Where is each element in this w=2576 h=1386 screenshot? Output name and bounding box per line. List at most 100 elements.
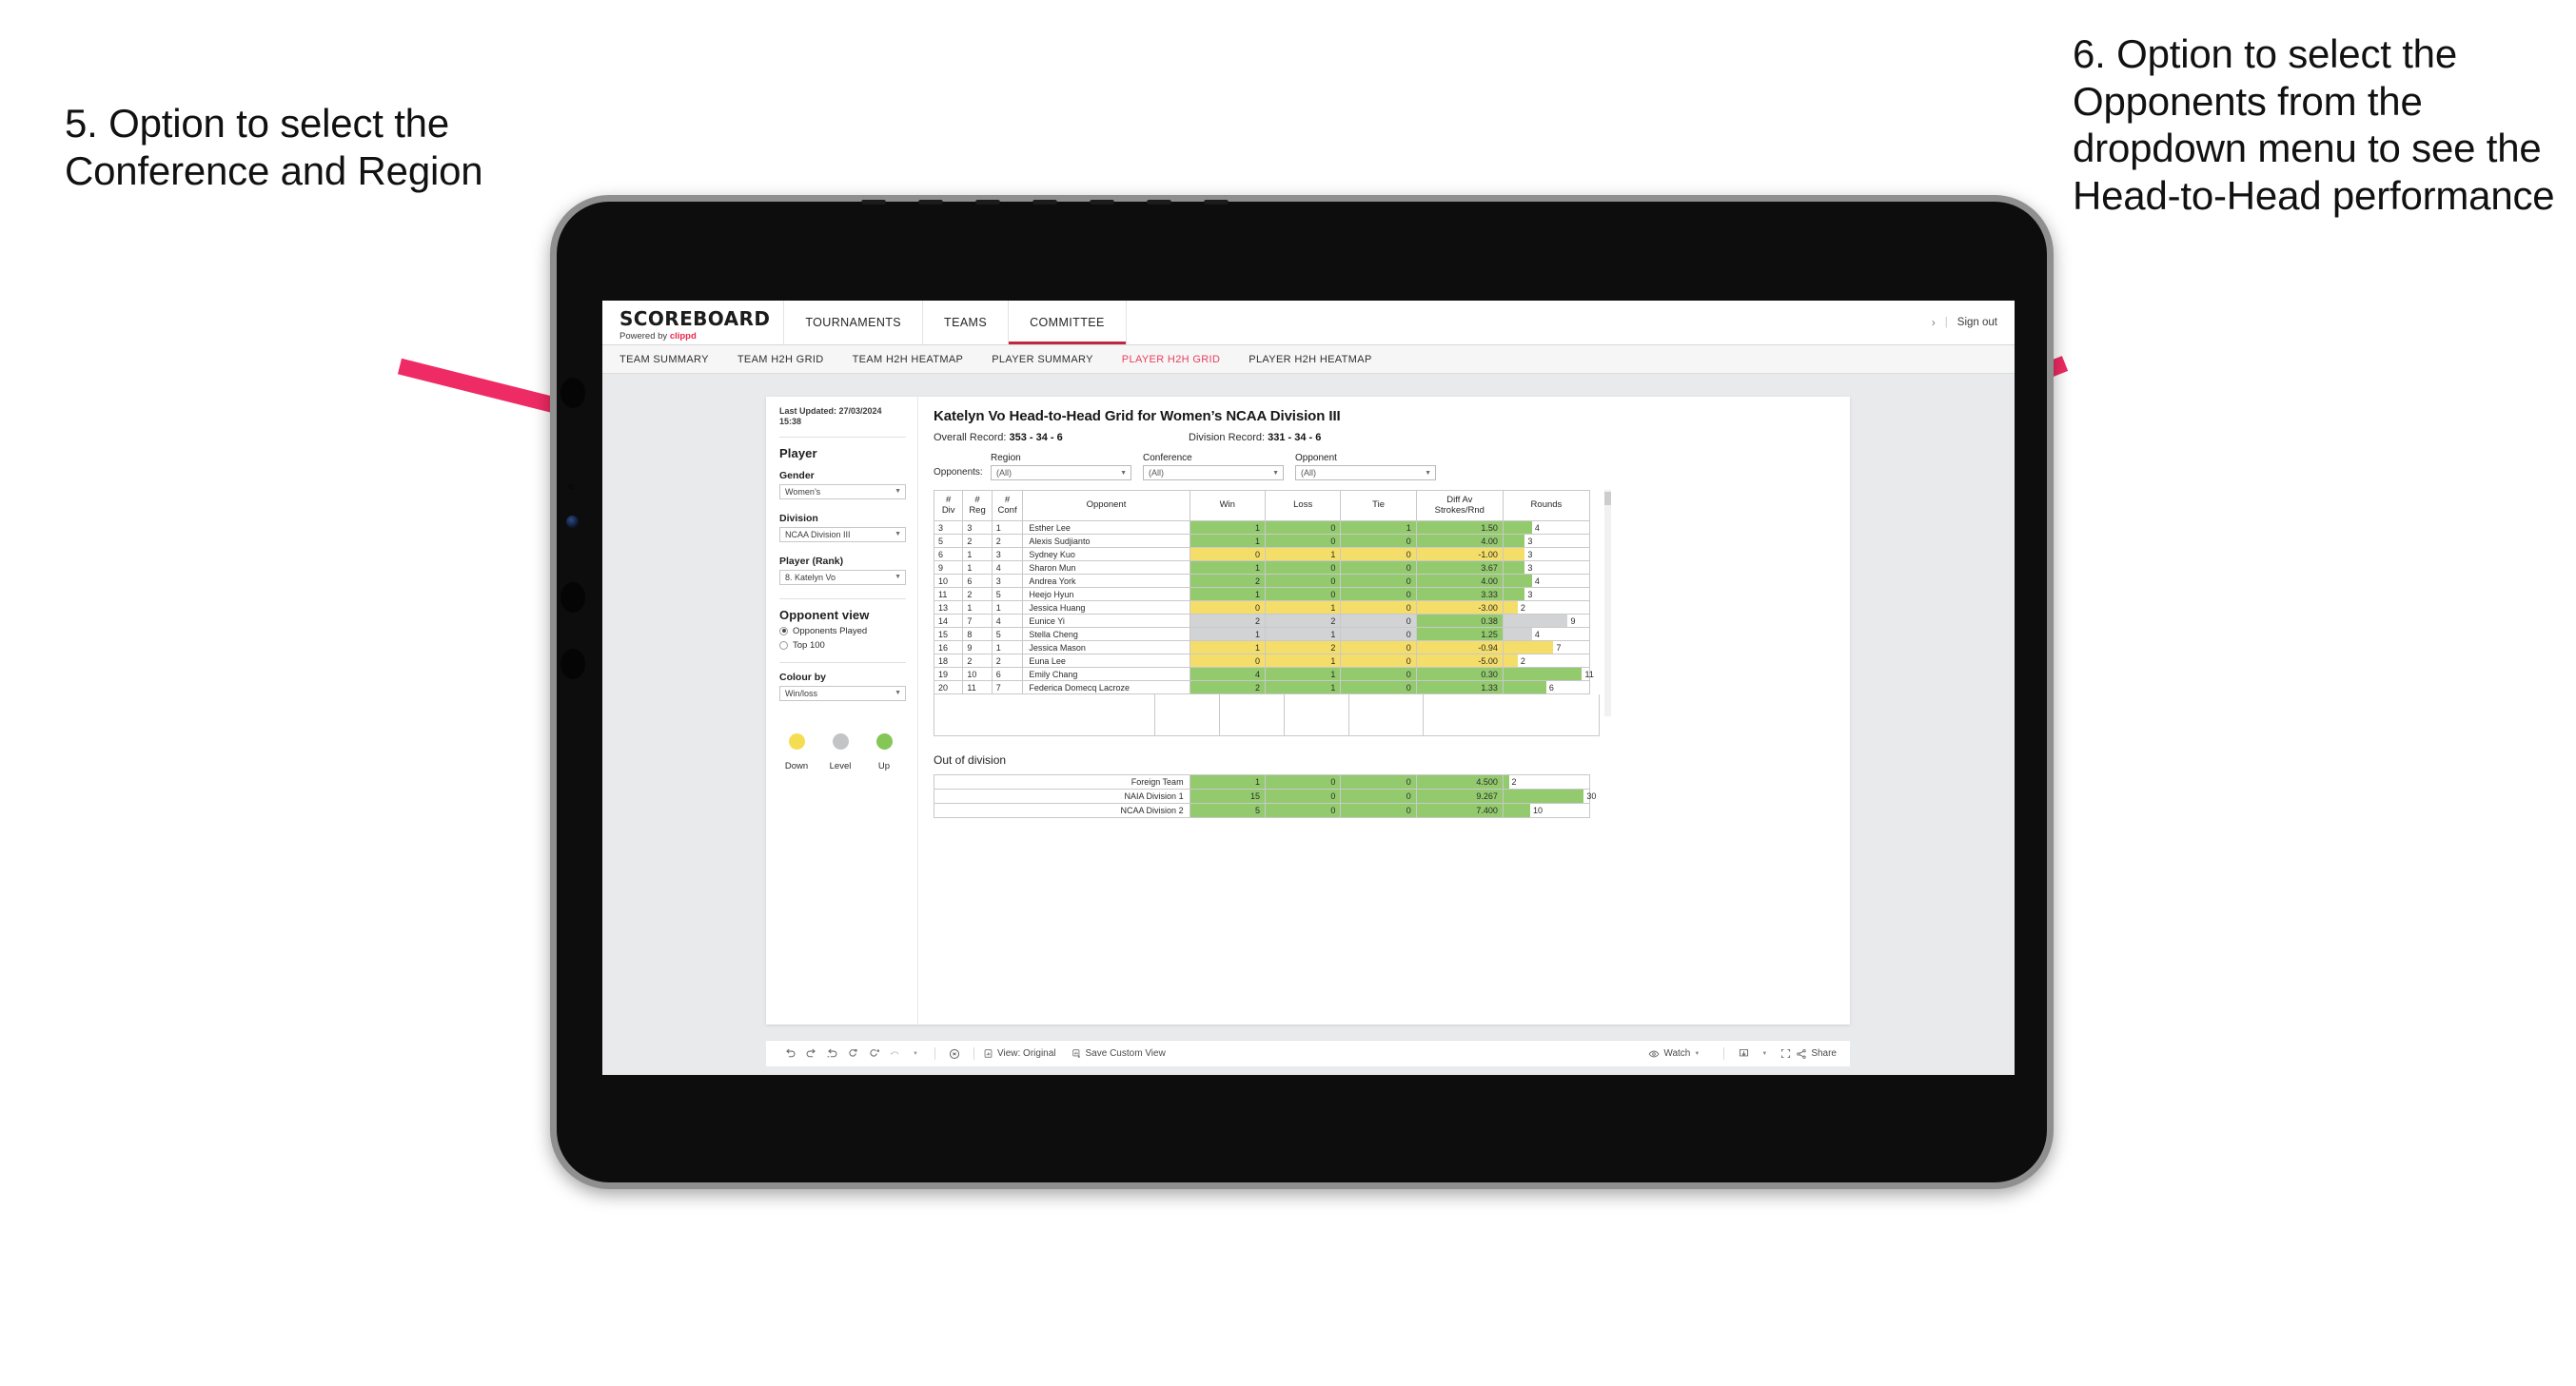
conference-select[interactable]: (All) ▼ (1143, 465, 1284, 480)
pan-dropdown-caret-icon[interactable]: ▼ (905, 1044, 926, 1064)
table-row[interactable]: 19 10 6 Emily Chang 4 1 0 0.30 11 (933, 667, 1594, 681)
cell-group-name: NAIA Division 1 (934, 789, 1190, 804)
opponent-filter-row: Opponents: Region (All) ▼ Conference (Al… (934, 453, 1837, 480)
cell-conf: 1 (991, 640, 1024, 654)
topnav-teams[interactable]: TEAMS (923, 301, 1010, 344)
division-select[interactable]: NCAA Division III ▼ (779, 526, 906, 542)
cell-win: 1 (1189, 640, 1266, 654)
gender-select[interactable]: Women’s ▼ (779, 483, 906, 499)
grid-scrollbar-thumb[interactable] (1604, 492, 1611, 505)
watch-button[interactable]: Watch ▼ (1648, 1048, 1700, 1060)
view-original-label: View: Original (997, 1048, 1056, 1059)
grid-col-conf[interactable]: # Conf (991, 490, 1024, 521)
cell-div: 9 (933, 560, 964, 575)
table-row[interactable]: 15 8 5 Stella Cheng 1 1 0 1.25 4 (933, 627, 1591, 641)
table-row[interactable]: 20 11 7 Federica Domecq Lacroze 2 1 0 1.33 6 (933, 680, 1591, 694)
table-row[interactable]: 18 2 2 Euna Lee 0 1 0 -5.00 2 (933, 654, 1591, 668)
toolbar-divider (934, 1047, 935, 1060)
out-of-division-row[interactable]: Foreign Team 1 0 0 4.500 2 (934, 774, 1591, 790)
table-row[interactable]: 9 1 4 Sharon Mun 1 0 0 3.67 3 (933, 560, 1591, 575)
table-row[interactable]: 16 9 1 Jessica Mason 1 2 0 -0.94 7 (933, 640, 1591, 654)
subnav-team-summary[interactable]: TEAM SUMMARY (619, 354, 709, 365)
cell-diff-av-strokes: 1.33 (1415, 680, 1504, 694)
subnav-team-h2h-grid[interactable]: TEAM H2H GRID (737, 354, 824, 365)
sensor-dot (568, 483, 575, 490)
logo-tagline-prefix: Powered by (619, 330, 670, 342)
download-icon[interactable] (1733, 1044, 1754, 1064)
cell-rounds-bar: 30 (1502, 789, 1596, 804)
grid-col-rounds[interactable]: Rounds (1502, 490, 1591, 521)
grid-col-diff-av-strokes-rnd[interactable]: Diff Av Strokes/Rnd (1415, 490, 1504, 521)
pan-icon[interactable] (884, 1044, 905, 1064)
cell-rounds-bar: 6 (1502, 680, 1591, 694)
table-row[interactable]: 11 2 5 Heejo Hyun 1 0 0 3.33 3 (933, 587, 1591, 601)
radio-top-100-label: Top 100 (793, 639, 825, 651)
filter-opponent-label: Opponent (1295, 453, 1337, 463)
chevron-right-icon[interactable]: › (1932, 316, 1936, 329)
view-original-button[interactable]: View: Original (983, 1048, 1056, 1059)
grid-col-tie[interactable]: Tie (1340, 490, 1417, 521)
revert-icon[interactable] (821, 1044, 842, 1064)
share-button[interactable]: Share (1796, 1048, 1837, 1060)
speaker-grille (861, 199, 1261, 206)
highlighter-icon[interactable] (944, 1044, 965, 1064)
download-dropdown-caret-icon[interactable]: ▼ (1754, 1044, 1775, 1064)
region-select[interactable]: (All) ▼ (991, 465, 1131, 480)
subnav-team-h2h-heatmap[interactable]: TEAM H2H HEATMAP (853, 354, 964, 365)
fullscreen-icon[interactable] (1775, 1044, 1796, 1064)
grid-col-opponent[interactable]: Opponent (1022, 490, 1190, 521)
topnav-committee[interactable]: COMMITTEE (1009, 301, 1127, 344)
table-row[interactable]: 3 3 1 Esther Lee 1 0 1 1.50 4 (933, 520, 1591, 535)
cell-win: 0 (1189, 654, 1266, 668)
brand-logo[interactable]: SCOREBOARD Powered by clippd (602, 301, 785, 344)
cell-rounds-bar: 9 (1502, 614, 1591, 628)
topnav-tournaments[interactable]: TOURNAMENTS (784, 301, 924, 344)
opponent-view-heading: Opponent view (779, 607, 870, 622)
table-row[interactable]: 14 7 4 Eunice Yi 2 2 0 0.38 9 (933, 614, 1591, 628)
volume-up-button[interactable] (560, 582, 585, 613)
grid-col-div[interactable]: # Div (933, 490, 964, 521)
cell-loss: 0 (1264, 789, 1342, 804)
volume-down-button[interactable] (560, 649, 585, 679)
save-custom-view-button[interactable]: Save Custom View (1072, 1048, 1166, 1059)
cell-conf: 4 (991, 560, 1024, 575)
radio-top-100[interactable]: Top 100 (779, 640, 906, 651)
colour-by-select[interactable]: Win/loss ▼ (779, 685, 906, 701)
cell-conf: 5 (991, 627, 1024, 641)
grid-col-win[interactable]: Win (1189, 490, 1266, 521)
field-gender: Gender Women’s ▼ (779, 470, 906, 499)
cell-diff-av-strokes: 3.67 (1415, 560, 1504, 575)
cell-win: 1 (1189, 520, 1266, 535)
opponent-select[interactable]: (All) ▼ (1295, 465, 1436, 480)
cell-div: 5 (933, 534, 964, 548)
grid-scrollbar[interactable] (1604, 490, 1611, 716)
cell-conf: 4 (991, 614, 1024, 628)
table-row[interactable]: 13 1 1 Jessica Huang 0 1 0 -3.00 2 (933, 600, 1591, 615)
player-rank-select[interactable]: 8. Katelyn Vo ▼ (779, 569, 906, 585)
table-row[interactable]: 5 2 2 Alexis Sudjianto 1 0 0 4.00 3 (933, 534, 1591, 548)
cell-diff-av-strokes: -0.94 (1415, 640, 1504, 654)
subnav-player-h2h-heatmap[interactable]: PLAYER H2H HEATMAP (1249, 354, 1371, 365)
cell-conf: 2 (991, 534, 1024, 548)
out-of-division-row[interactable]: NAIA Division 1 15 0 0 9.267 30 (934, 789, 1596, 804)
out-of-division-row[interactable]: NCAA Division 2 5 0 0 7.400 10 (934, 803, 1591, 818)
chevron-down-icon: ▼ (1120, 469, 1127, 477)
radio-opponents-played[interactable]: Opponents Played (779, 626, 906, 636)
cell-reg: 2 (962, 587, 993, 601)
undo-icon[interactable] (779, 1044, 800, 1064)
sign-out-button[interactable]: Sign out (1957, 317, 1997, 328)
table-row[interactable]: 6 1 3 Sydney Kuo 0 1 0 -1.00 3 (933, 547, 1591, 561)
header-right-cluster: › | Sign out (1932, 301, 2015, 344)
refresh-data-icon[interactable] (842, 1044, 863, 1064)
cell-tie: 0 (1340, 600, 1417, 615)
subnav-player-h2h-grid[interactable]: PLAYER H2H GRID (1122, 354, 1220, 365)
redo-icon[interactable] (800, 1044, 821, 1064)
cell-tie: 0 (1340, 654, 1417, 668)
grid-col-loss[interactable]: Loss (1264, 490, 1342, 521)
pause-updates-icon[interactable] (863, 1044, 884, 1064)
device-button-top[interactable] (560, 378, 585, 408)
subnav-player-summary[interactable]: PLAYER SUMMARY (992, 354, 1093, 365)
gender-select-value: Women’s (785, 486, 821, 497)
grid-col-reg[interactable]: # Reg (962, 490, 993, 521)
table-row[interactable]: 10 6 3 Andrea York 2 0 0 4.00 4 (933, 574, 1591, 588)
